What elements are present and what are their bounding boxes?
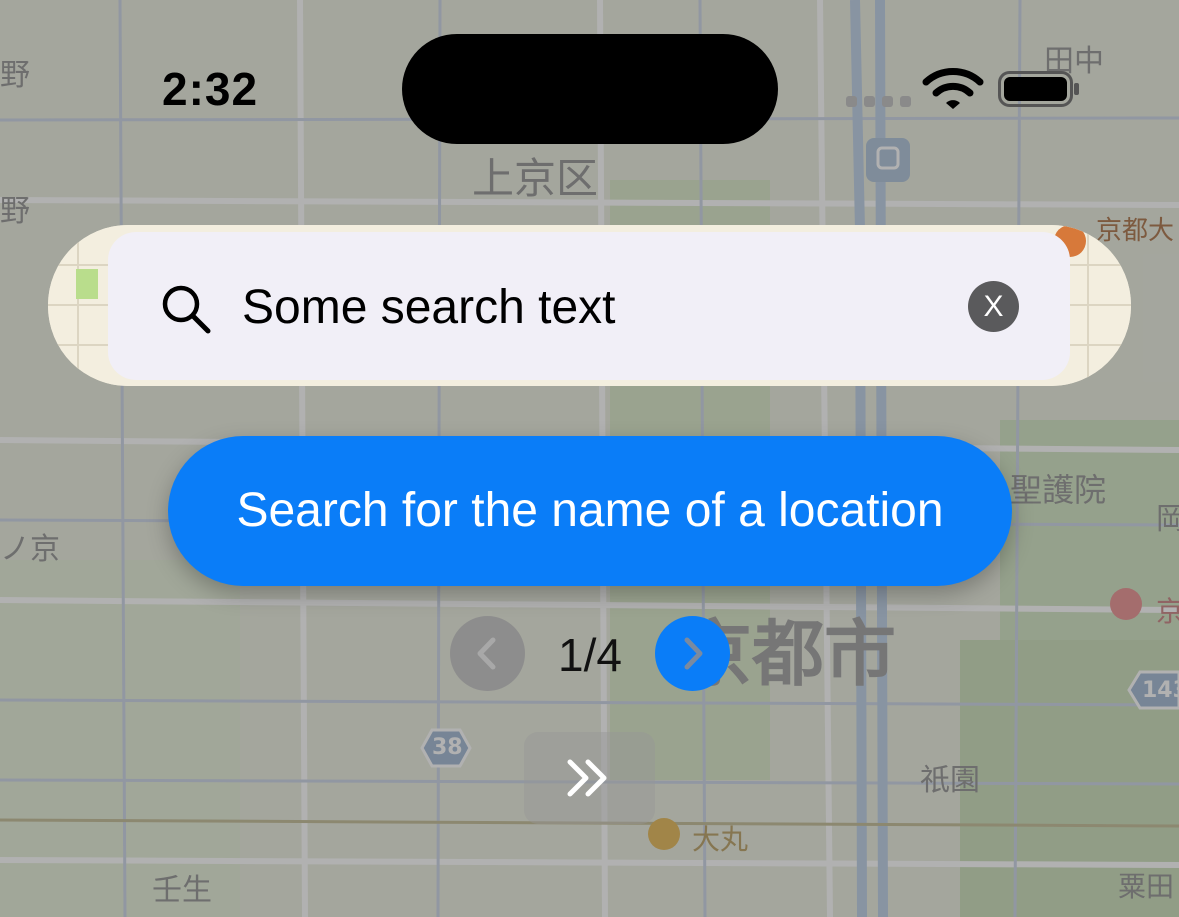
next-page-button[interactable] [655, 616, 730, 691]
coach-tooltip: Search for the name of a location [168, 436, 1012, 586]
status-time: 2:32 [162, 63, 259, 115]
screen: 上京区 京都市 聖護院 祇園 壬生 大丸 田中 京都大 ノ京 粟田 岡 京 38… [0, 0, 1179, 917]
wifi-icon [922, 68, 984, 109]
clear-search-button[interactable]: X [968, 281, 1019, 332]
search-input[interactable]: Some search text [242, 280, 616, 335]
battery-icon [998, 71, 1079, 107]
tooltip-text: Search for the name of a location [236, 484, 944, 537]
cellular-signal-icon [846, 96, 911, 107]
double-chevron-right-icon [567, 759, 607, 797]
search-icon [162, 285, 211, 334]
page-counter: 1/4 [558, 629, 622, 681]
chevron-right-icon [684, 637, 703, 670]
dynamic-island [402, 34, 778, 144]
skip-tutorial-button[interactable] [524, 732, 655, 824]
previous-page-button[interactable] [450, 616, 525, 691]
chevron-left-icon [477, 637, 496, 670]
